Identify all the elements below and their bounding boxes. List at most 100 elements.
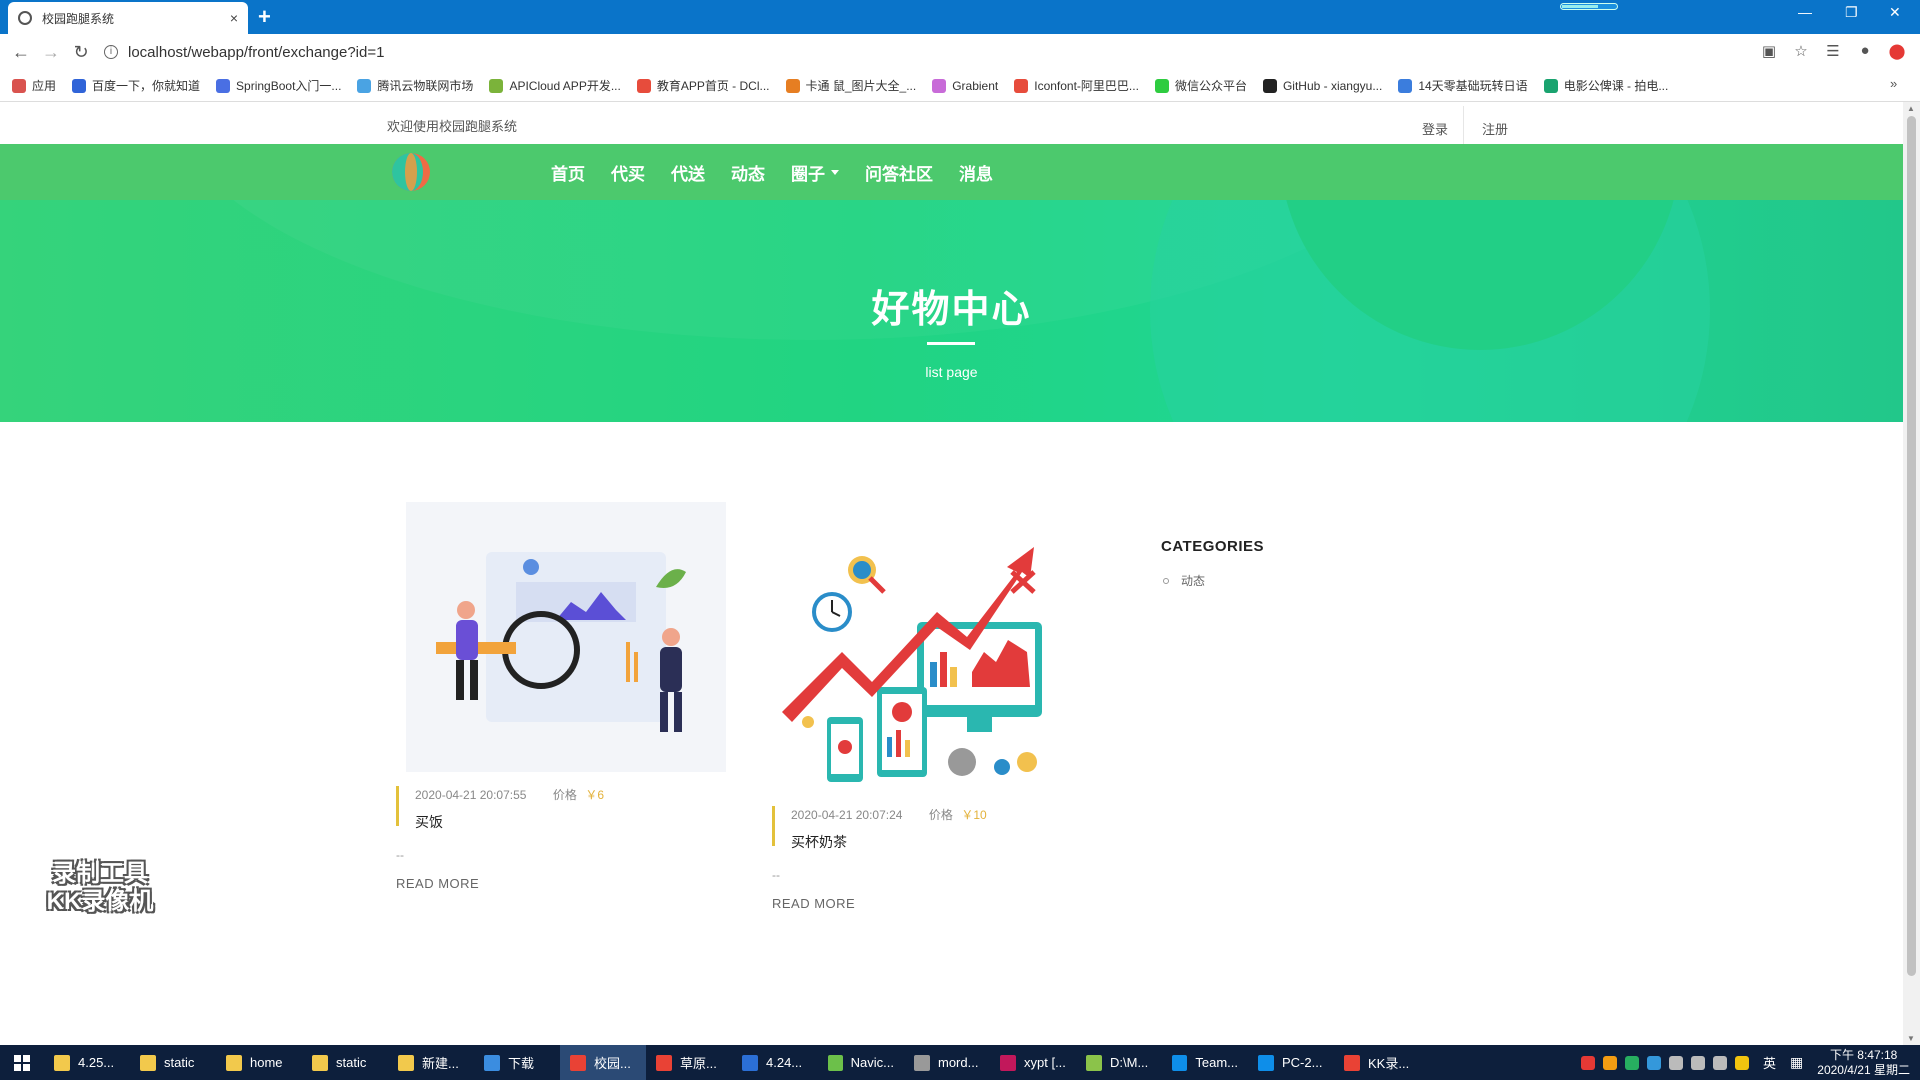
taskbar-app[interactable]: 下载 — [474, 1045, 560, 1080]
star-icon[interactable]: ☆ — [1792, 42, 1810, 60]
bookmark-item[interactable]: APICloud APP开发... — [489, 77, 621, 94]
app-icon — [1172, 1054, 1188, 1071]
nav-label: 问答社区 — [865, 164, 933, 184]
info-icon[interactable]: i — [104, 45, 118, 59]
nav-item-home[interactable]: 首页 — [551, 160, 585, 185]
back-icon[interactable]: ← — [6, 42, 36, 63]
ime-indicator[interactable]: 英 — [1763, 1053, 1776, 1072]
taskbar-app[interactable]: 校园... — [560, 1045, 646, 1080]
taskbar-app[interactable]: mord... — [904, 1045, 990, 1080]
url-field[interactable]: i localhost/webapp/front/exchange?id=1 — [104, 44, 384, 61]
volume-icon[interactable] — [1713, 1055, 1728, 1070]
taskbar-app[interactable]: 4.25... — [44, 1045, 130, 1080]
bookmark-item[interactable]: 电影公俾课 - 拍电... — [1543, 77, 1668, 94]
new-tab-button[interactable]: + — [258, 4, 271, 30]
post-title[interactable]: 买杯奶茶 — [791, 832, 987, 852]
taskbar-app[interactable]: 4.24... — [732, 1045, 818, 1080]
post-image-analytics[interactable] — [396, 492, 736, 792]
bookmark-icon — [1014, 78, 1029, 93]
bookmark-item[interactable]: 14天零基础玩转日语 — [1398, 77, 1528, 94]
bookmark-icon — [932, 78, 947, 93]
post-excerpt: -- — [772, 868, 780, 882]
taskbar-app[interactable]: KK录... — [1334, 1045, 1420, 1080]
recorder-watermark: 录制工具 KK录像机 — [30, 860, 170, 916]
taskbar-app[interactable]: 新建... — [388, 1045, 474, 1080]
start-button[interactable] — [0, 1045, 44, 1080]
minimize-icon[interactable]: — — [1798, 4, 1812, 20]
category-item[interactable]: 动态 — [1163, 572, 1205, 589]
taskbar-app-label: KK录... — [1368, 1056, 1410, 1071]
browser-tab[interactable]: 校园跑腿系统 × — [8, 2, 248, 34]
read-more-link[interactable]: READ MORE — [396, 876, 479, 891]
bookmark-item[interactable]: GitHub - xiangyu... — [1262, 78, 1382, 93]
reload-icon[interactable]: ↻ — [66, 42, 96, 63]
bookmark-item[interactable]: 微信公众平台 — [1154, 77, 1247, 94]
network-icon[interactable] — [1691, 1055, 1706, 1070]
read-more-link[interactable]: READ MORE — [772, 896, 855, 911]
post-card: 2020-04-21 20:07:24 价格 ￥10 买杯奶茶 -- READ … — [772, 512, 1112, 952]
keyboard-icon[interactable]: ▦ — [1790, 1054, 1803, 1071]
restore-icon[interactable]: ❐ — [1845, 4, 1858, 21]
post-image-growth-chart[interactable] — [772, 512, 1112, 812]
taskbar-app[interactable]: xypt [... — [990, 1045, 1076, 1080]
account-icon[interactable]: ● — [1856, 42, 1874, 60]
tray-app-icon[interactable] — [1625, 1055, 1640, 1070]
bluetooth-icon[interactable] — [1647, 1055, 1662, 1070]
bookmark-item[interactable]: 卡通 鼠_图片大全_... — [785, 77, 916, 94]
nav-item-feed[interactable]: 动态 — [731, 160, 765, 185]
nav-item-deliver[interactable]: 代送 — [671, 160, 705, 185]
bookmark-item[interactable]: 应用 — [12, 77, 56, 94]
site-logo[interactable] — [387, 152, 433, 192]
taskbar-app[interactable]: D:\M... — [1076, 1045, 1162, 1080]
register-link[interactable]: 注册 — [1482, 119, 1508, 138]
bookmark-icon — [785, 78, 800, 93]
usb-icon[interactable] — [1669, 1055, 1684, 1070]
tray-app-icon[interactable] — [1603, 1055, 1618, 1070]
url-text: localhost/webapp/front/exchange?id=1 — [128, 43, 385, 61]
bookmark-item[interactable]: 百度一下，你就知道 — [72, 77, 200, 94]
page-title: 好物中心 — [871, 289, 1032, 331]
translate-icon[interactable]: ▣ — [1760, 42, 1778, 60]
nav-item-buy[interactable]: 代买 — [611, 160, 645, 185]
bullet-icon — [1163, 577, 1169, 584]
taskbar-app[interactable]: Team... — [1162, 1045, 1248, 1080]
close-tab-icon[interactable]: × — [230, 10, 238, 26]
bookmark-item[interactable]: SpringBoot入门一... — [216, 77, 341, 94]
app-icon — [1086, 1054, 1102, 1071]
page-scrollbar[interactable]: ▲ ▼ — [1903, 102, 1920, 1045]
globe-icon — [18, 11, 32, 25]
address-bar: ← → ↻ i localhost/webapp/front/exchange?… — [0, 34, 1920, 70]
bookmark-item[interactable]: 教育APP首页 - DCl... — [636, 77, 770, 94]
nav-item-messages[interactable]: 消息 — [959, 160, 993, 185]
bookmark-label: APICloud APP开发... — [509, 79, 621, 93]
post-title[interactable]: 买饭 — [415, 812, 604, 832]
taskbar-app[interactable]: PC-2... — [1248, 1045, 1334, 1080]
system-tray: 英 ▦ 下午 8:47:18 2020/4/21 星期二 — [1581, 1045, 1910, 1080]
taskbar-app-label: 校园... — [594, 1056, 631, 1071]
extension-icon[interactable]: ⬤ — [1888, 42, 1906, 60]
scrollbar-thumb[interactable] — [1907, 116, 1916, 976]
bookmark-item[interactable]: 腾讯云物联网市场 — [357, 77, 473, 94]
nav-item-circle[interactable]: 圈子 — [791, 160, 839, 185]
taskbar-app[interactable]: static — [302, 1045, 388, 1080]
post-date: 2020-04-21 20:07:24 — [791, 808, 903, 822]
close-window-icon[interactable]: ✕ — [1889, 4, 1901, 21]
tray-app-icon[interactable] — [1581, 1055, 1596, 1070]
taskbar-app[interactable]: static — [130, 1045, 216, 1080]
os-taskbar: 4.25... static home static 新建... 下载 校园... 草原...… — [0, 1045, 1920, 1080]
post-card: 2020-04-21 20:07:55 价格 ￥6 买饭 -- READ MOR… — [396, 492, 736, 912]
app-icon — [828, 1054, 843, 1071]
nav-item-qa[interactable]: 问答社区 — [865, 160, 933, 185]
more-bookmarks-icon[interactable]: » — [1890, 76, 1897, 91]
taskbar-app[interactable]: home — [216, 1045, 302, 1080]
clock[interactable]: 下午 8:47:18 2020/4/21 星期二 — [1817, 1048, 1910, 1078]
login-link[interactable]: 登录 — [1422, 119, 1448, 138]
taskbar-app[interactable]: 草原... — [646, 1045, 732, 1080]
media-icon[interactable]: ☰ — [1824, 42, 1842, 60]
taskbar-app-label: 下载 — [508, 1056, 535, 1071]
tray-app-icon[interactable] — [1735, 1055, 1750, 1070]
forward-icon[interactable]: → — [36, 42, 66, 63]
bookmark-item[interactable]: Grabient — [932, 78, 998, 93]
taskbar-app[interactable]: Navic... — [818, 1045, 904, 1080]
bookmark-item[interactable]: Iconfont-阿里巴巴... — [1014, 77, 1139, 94]
